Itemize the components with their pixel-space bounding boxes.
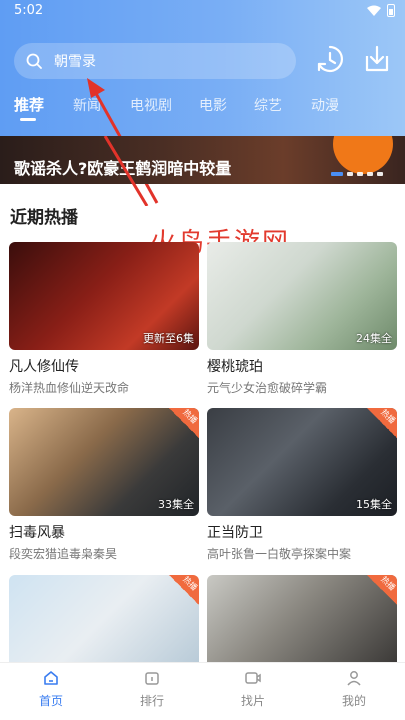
tab-recommend[interactable]: 推荐 — [14, 94, 44, 115]
video-poster: 热播 15集全 — [207, 408, 397, 516]
video-poster: 热播 — [9, 575, 199, 662]
hot-badge-label: 热播 — [181, 408, 199, 426]
nav-profile-label: 我的 — [341, 694, 366, 708]
carousel-dot — [377, 172, 383, 176]
nav-ranking-label: 排行 — [139, 694, 164, 708]
carousel-dot — [357, 172, 363, 176]
header: 5:02 朝雪录 推荐 新闻 电视剧 电影 综艺 动漫 — [0, 0, 405, 204]
battery-icon — [387, 4, 395, 17]
home-icon — [44, 671, 58, 685]
hot-badge: 热播 — [367, 408, 397, 438]
status-bar: 5:02 — [0, 0, 405, 22]
video-card[interactable]: 热播 — [9, 575, 199, 662]
carousel-dots — [331, 172, 383, 176]
section-title: 近期热播 — [10, 208, 78, 228]
arrow-annotation-tail — [103, 136, 149, 206]
carousel-dot — [367, 172, 373, 176]
video-card[interactable]: 热播 15集全 正当防卫 高叶张鲁一白敬亭探案中案 — [207, 408, 397, 562]
video-poster: 24集全 — [207, 242, 397, 350]
search-input[interactable]: 朝雪录 — [14, 43, 296, 79]
tab-movie[interactable]: 电影 — [199, 95, 227, 115]
history-icon[interactable] — [315, 44, 345, 74]
banner-carousel[interactable]: 歌谣杀人?欧豪王鹤润暗中较量 — [0, 136, 405, 184]
episode-tag: 33集全 — [158, 498, 194, 511]
hot-badge-label: 热播 — [379, 408, 397, 426]
video-icon — [245, 672, 261, 684]
nav-profile[interactable]: 我的 — [324, 669, 384, 709]
search-icon — [26, 53, 42, 69]
nav-discover[interactable]: 找片 — [223, 669, 283, 709]
hot-badge: 热播 — [367, 575, 397, 605]
banner-image — [333, 136, 393, 174]
download-icon[interactable] — [362, 44, 392, 74]
nav-ranking[interactable]: 排行 — [122, 669, 182, 709]
video-poster: 热播 — [207, 575, 397, 662]
bottom-nav: 首页 排行 找片 我的 — [0, 662, 405, 720]
episode-tag: 更新至6集 — [143, 332, 194, 345]
tab-variety[interactable]: 综艺 — [254, 95, 282, 115]
video-subtitle: 段奕宏猎追毒枭秦昊 — [9, 547, 118, 561]
video-title: 正当防卫 — [207, 525, 263, 541]
video-card[interactable]: 热播 33集全 扫毒风暴 段奕宏猎追毒枭秦昊 — [9, 408, 199, 562]
status-time: 5:02 — [14, 3, 44, 18]
user-icon — [347, 671, 361, 686]
status-icons — [367, 4, 395, 17]
nav-home[interactable]: 首页 — [21, 669, 81, 709]
hot-badge-label: 热播 — [181, 575, 199, 593]
video-subtitle: 元气少女治愈破碎学霸 — [207, 381, 328, 395]
video-subtitle: 高叶张鲁一白敬亭探案中案 — [207, 547, 352, 561]
video-card[interactable]: 热播 — [207, 575, 397, 662]
video-title: 樱桃琥珀 — [207, 359, 263, 375]
video-card[interactable]: 24集全 樱桃琥珀 元气少女治愈破碎学霸 — [207, 242, 397, 396]
video-card[interactable]: 更新至6集 凡人修仙传 杨洋热血修仙逆天改命 — [9, 242, 199, 396]
ranking-icon — [145, 672, 159, 685]
nav-home-label: 首页 — [38, 694, 63, 708]
carousel-dot — [347, 172, 353, 176]
nav-discover-label: 找片 — [240, 694, 265, 708]
episode-tag: 24集全 — [356, 332, 392, 345]
search-query: 朝雪录 — [54, 54, 96, 70]
video-title: 凡人修仙传 — [9, 359, 79, 375]
tab-indicator — [20, 118, 36, 121]
carousel-dot — [331, 172, 343, 176]
video-poster: 热播 33集全 — [9, 408, 199, 516]
category-tabs: 推荐 新闻 电视剧 电影 综艺 动漫 — [0, 90, 405, 124]
wifi-icon — [367, 5, 381, 16]
hot-badge: 热播 — [169, 408, 199, 438]
video-poster: 更新至6集 — [9, 242, 199, 350]
hot-badge-label: 热播 — [379, 575, 397, 593]
video-title: 扫毒风暴 — [9, 525, 65, 541]
video-subtitle: 杨洋热血修仙逆天改命 — [9, 381, 130, 395]
tab-anime[interactable]: 动漫 — [311, 95, 339, 115]
hot-badge: 热播 — [169, 575, 199, 605]
episode-tag: 15集全 — [356, 498, 392, 511]
